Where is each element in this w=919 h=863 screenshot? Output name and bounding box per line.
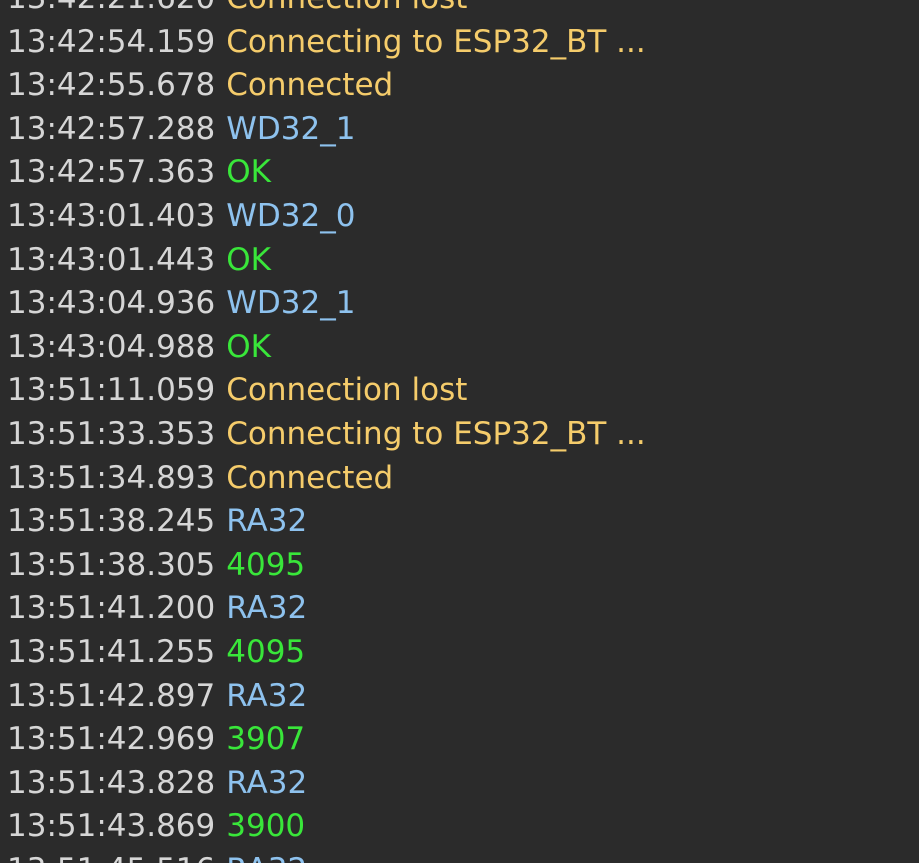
log-message: RA32: [226, 503, 308, 540]
log-message: OK: [226, 154, 271, 191]
log-line: 13:51:41.255 4095: [0, 631, 919, 675]
log-message: RA32: [226, 849, 307, 863]
log-message: 3900: [226, 808, 306, 845]
log-line: 13:43:04.988 OK: [0, 326, 919, 370]
log-message: RA32: [226, 764, 308, 801]
log-timestamp: 13:51:41.200: [7, 590, 216, 627]
log-line: 13:43:04.936 WD32_1: [0, 282, 919, 326]
log-message: WD32_1: [226, 110, 356, 147]
log-timestamp: 13:42:54.159: [7, 23, 216, 60]
log-timestamp: 13:51:33.353: [7, 415, 216, 452]
log-timestamp: 13:43:01.403: [7, 197, 216, 234]
log-line: 13:51:11.059 Connection lost: [0, 369, 919, 413]
log-line: 13:42:54.159 Connecting to ESP32_BT ...: [0, 21, 919, 65]
log-timestamp: 13:51:34.893: [7, 459, 216, 496]
log-message: Connecting to ESP32_BT ...: [226, 23, 646, 60]
log-line: 13:42:57.288 WD32_1: [0, 108, 919, 152]
log-line: 13:51:33.353 Connecting to ESP32_BT ...: [0, 413, 919, 457]
log-line: 13:43:01.403 WD32_0: [0, 195, 919, 239]
log-message: WD32_0: [226, 197, 356, 234]
log-timestamp: 13:42:57.363: [7, 154, 216, 191]
log-line: 13:51:38.245 RA32: [0, 500, 919, 544]
log-timestamp: 13:51:43.828: [7, 764, 216, 801]
log-line: 13:51:38.305 4095: [0, 544, 919, 588]
log-line: 13:42:57.363 OK: [0, 151, 919, 195]
log-timestamp: 13:42:57.288: [7, 110, 216, 147]
log-timestamp: 13:51:43.869: [7, 808, 216, 845]
log-message: RA32: [226, 677, 308, 714]
log-timestamp: 13:42:21.620: [7, 0, 215, 21]
log-timestamp: 13:51:38.305: [7, 546, 216, 583]
log-line: 13:51:45.516 RA32: [0, 849, 919, 863]
log-timestamp: 13:43:01.443: [7, 241, 216, 278]
log-message: Connecting to ESP32_BT ...: [226, 415, 646, 452]
log-timestamp: 13:51:42.897: [7, 677, 216, 714]
log-message: OK: [226, 241, 271, 278]
log-message: RA32: [226, 590, 308, 627]
log-line: 13:43:01.443 OK: [0, 239, 919, 283]
log-message: Connected: [226, 67, 394, 104]
log-line: 13:51:43.828 RA32: [0, 762, 919, 806]
log-message: 4095: [226, 546, 306, 583]
log-message: Connection lost: [226, 372, 468, 409]
log-timestamp: 13:51:38.245: [7, 503, 216, 540]
log-message: WD32_1: [226, 285, 356, 322]
log-line: 13:42:21.620 Connection lost: [0, 0, 919, 21]
log-message: OK: [226, 328, 271, 365]
log-timestamp: 13:43:04.936: [7, 285, 216, 322]
log-line: 13:51:43.869 3900: [0, 805, 919, 849]
log-timestamp: 13:51:41.255: [7, 633, 216, 670]
log-message: Connected: [226, 459, 394, 496]
log-line: 13:42:55.678 Connected: [0, 64, 919, 108]
log-timestamp: 13:51:45.516: [7, 849, 215, 863]
log-message: 4095: [226, 633, 306, 670]
log-timestamp: 13:51:42.969: [7, 721, 216, 758]
log-line: 13:51:41.200 RA32: [0, 587, 919, 631]
log-timestamp: 13:43:04.988: [7, 328, 216, 365]
log-line: 13:51:34.893 Connected: [0, 457, 919, 501]
log-timestamp: 13:42:55.678: [7, 67, 216, 104]
log-line: 13:51:42.969 3907: [0, 718, 919, 762]
log-message: 3907: [226, 721, 306, 758]
log-timestamp: 13:51:11.059: [7, 372, 216, 409]
log-message: Connection lost: [226, 0, 467, 21]
serial-terminal-log[interactable]: 13:42:21.620 Connection lost 13:42:54.15…: [0, 0, 919, 863]
log-line: 13:51:42.897 RA32: [0, 675, 919, 719]
log-lines: 13:42:21.620 Connection lost 13:42:54.15…: [0, 0, 919, 863]
